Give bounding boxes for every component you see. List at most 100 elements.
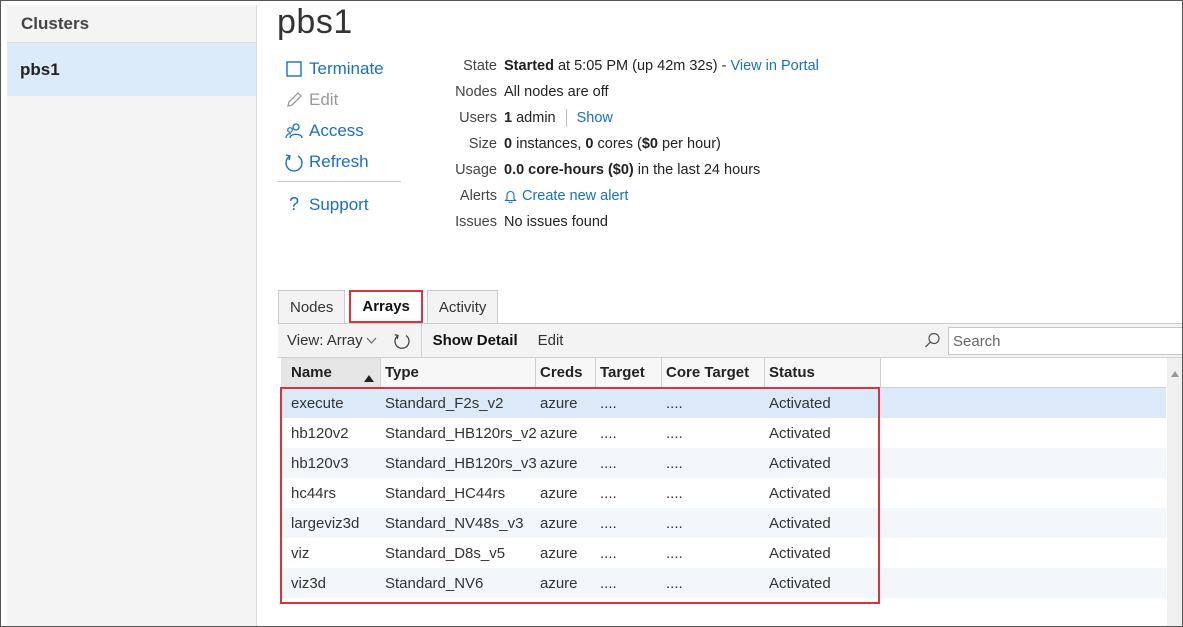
info-row-nodes: Nodes All nodes are off: [431, 79, 819, 105]
cell-type: Standard_HC44rs: [385, 484, 506, 502]
view-dropdown[interactable]: View: Array: [278, 332, 377, 349]
show-users-link[interactable]: Show: [577, 110, 613, 126]
cell-name: hc44rs: [291, 484, 337, 502]
size-instances-text: instances,: [512, 136, 586, 152]
users-divider: [565, 109, 567, 127]
size-cores-text: cores (: [593, 136, 642, 152]
cell-type: Standard_D8s_v5: [385, 544, 506, 562]
cell-target: ....: [600, 394, 617, 412]
size-value-group: 0 instances, 0 cores ($0 per hour): [504, 136, 721, 152]
grid-refresh-button[interactable]: [393, 332, 411, 350]
cell-name: execute: [291, 394, 344, 412]
cell-creds: azure: [540, 394, 578, 412]
table-row[interactable]: viz3d Standard_NV6 azure........ Activated: [281, 568, 1166, 598]
action-divider: [277, 181, 401, 182]
create-alert-link[interactable]: Create new alert: [522, 188, 628, 204]
alerts-label: Alerts: [459, 188, 497, 204]
column-header-creds[interactable]: Creds: [536, 358, 596, 387]
cell-target: ....: [600, 454, 617, 472]
tab-arrays[interactable]: Arrays: [349, 290, 423, 323]
info-row-state: State Started at 5:05 PM (up 42m 32s) - …: [431, 53, 819, 79]
sidebar-item-pbs1[interactable]: pbs1: [7, 43, 256, 96]
column-header-type[interactable]: Type: [381, 358, 536, 387]
terminate-label: Terminate: [309, 58, 384, 78]
table-row[interactable]: execute Standard_F2s_v2 azure........ Activ…: [281, 388, 1166, 418]
cell-core-target: ....: [666, 394, 683, 412]
toolbar-divider: [420, 323, 422, 358]
column-header-target[interactable]: Target: [596, 358, 662, 387]
cell-core-target: ....: [666, 574, 683, 592]
view-in-portal-link[interactable]: View in Portal: [730, 58, 818, 74]
sort-ascending-icon: [364, 369, 374, 386]
cell-target: ....: [600, 574, 617, 592]
users-label: Users: [459, 110, 497, 126]
vertical-scrollbar[interactable]: [1167, 358, 1182, 626]
usage-value-group: 0.0 core-hours ($0) in the last 24 hours: [504, 162, 760, 178]
alerts-value-group[interactable]: Create new alert: [504, 188, 628, 204]
tab-bar: Nodes Arrays Activity: [278, 290, 502, 324]
cell-target: ....: [600, 544, 617, 562]
usage-text: in the last 24 hours: [633, 162, 761, 178]
column-header-name-label: Name: [291, 364, 332, 381]
page-title: pbs1: [277, 3, 353, 41]
scroll-up-arrow-icon[interactable]: [1171, 364, 1179, 382]
users-value-group: 1 admin Show: [504, 109, 613, 127]
refresh-button[interactable]: Refresh: [277, 146, 401, 177]
size-label: Size: [468, 136, 497, 152]
cell-creds: azure: [540, 574, 578, 592]
usage-value: 0.0 core-hours ($0): [504, 162, 634, 178]
search-icon[interactable]: [924, 332, 941, 353]
cell-type: Standard_NV48s_v3: [385, 514, 524, 532]
search-input[interactable]: [948, 327, 1182, 355]
info-row-issues: Issues No issues found: [431, 209, 819, 235]
cell-type: Standard_HB120rs_v3: [385, 454, 536, 472]
state-detail: at 5:05 PM (up 42m 32s) -: [553, 58, 731, 74]
column-header-status[interactable]: Status: [765, 358, 881, 387]
table-row[interactable]: hc44rs Standard_HC44rs azure........ Activa…: [281, 478, 1166, 508]
access-button[interactable]: Access: [277, 115, 401, 146]
cell-name: hb120v2: [291, 424, 349, 442]
table-row[interactable]: viz Standard_D8s_v5 azure........ Activated: [281, 538, 1166, 568]
cell-status: Activated: [769, 514, 831, 532]
cell-name: hb120v3: [291, 454, 349, 472]
tab-nodes[interactable]: Nodes: [278, 290, 346, 324]
grid-edit-button[interactable]: Edit: [538, 332, 564, 349]
edit-button[interactable]: Edit: [277, 84, 401, 115]
arrays-grid: Name Type Creds Target Core Target Statu…: [281, 358, 1166, 626]
refresh-icon: [393, 332, 411, 350]
cell-target: ....: [600, 484, 617, 502]
size-instances: 0: [504, 136, 513, 152]
cell-status: Activated: [769, 484, 831, 502]
usage-label: Usage: [455, 162, 497, 178]
refresh-icon: [279, 152, 309, 172]
sidebar: Clusters pbs1: [7, 5, 257, 626]
info-row-size: Size 0 instances, 0 cores ($0 per hour): [431, 131, 819, 157]
bell-icon: [504, 189, 517, 203]
info-row-users: Users 1 admin Show: [431, 105, 819, 131]
cell-status: Activated: [769, 394, 831, 412]
table-row[interactable]: hb120v2 Standard_HB120rs_v2 azure........ A…: [281, 418, 1166, 448]
issues-label: Issues: [455, 214, 497, 230]
column-header-core-target[interactable]: Core Target: [662, 358, 765, 387]
pencil-icon: [279, 91, 309, 109]
tab-activity[interactable]: Activity: [426, 290, 499, 324]
cell-core-target: ....: [666, 424, 683, 442]
state-value: Started: [504, 58, 554, 74]
question-mark-icon: ?: [288, 194, 299, 214]
checkbox-square-icon: [279, 60, 309, 77]
cell-target: ....: [600, 514, 617, 532]
cell-core-target: ....: [666, 544, 683, 562]
cell-status: Activated: [769, 544, 831, 562]
column-header-name[interactable]: Name: [281, 358, 381, 387]
table-row[interactable]: hb120v3 Standard_HB120rs_v3 azure........ A…: [281, 448, 1166, 478]
terminate-button[interactable]: Terminate: [277, 53, 401, 84]
chevron-down-icon: [366, 337, 377, 345]
grid-header: Name Type Creds Target Core Target Statu…: [281, 358, 1166, 388]
grid-toolbar: View: Array Show Detail Edit: [278, 323, 1182, 358]
nodes-value: All nodes are off: [504, 84, 609, 100]
show-detail-button[interactable]: Show Detail: [433, 332, 518, 349]
support-button[interactable]: ? Support: [277, 189, 401, 220]
view-dropdown-label: View: Array: [287, 332, 363, 349]
table-row[interactable]: largeviz3d Standard_NV48s_v3 azure........…: [281, 508, 1166, 538]
cell-status: Activated: [769, 454, 831, 472]
